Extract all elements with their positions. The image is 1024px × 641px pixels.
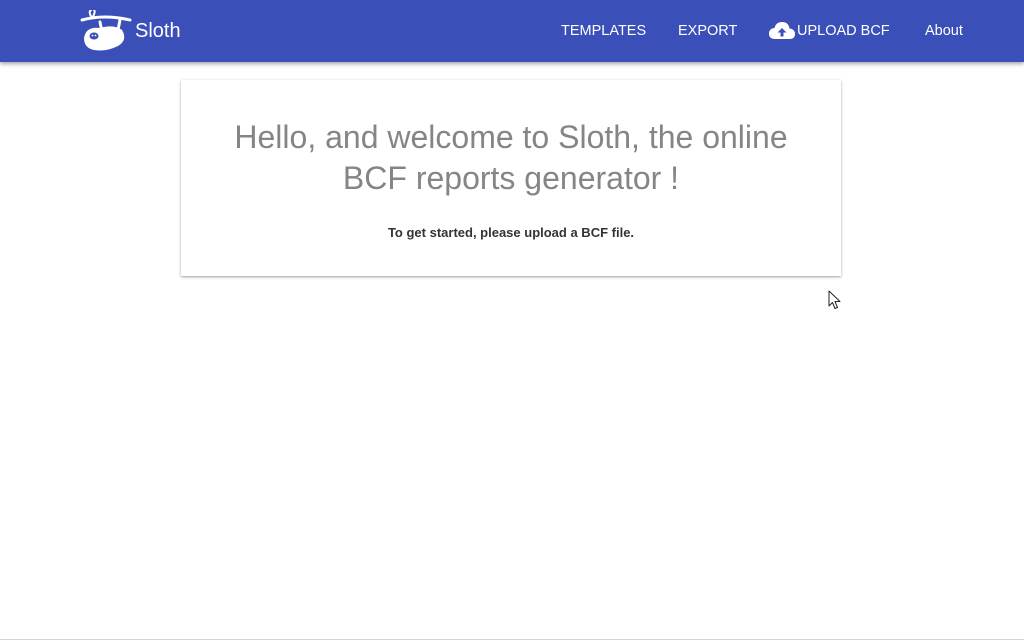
cloud-upload-icon	[769, 22, 795, 39]
nav-templates-label: TEMPLATES	[561, 23, 647, 39]
brand-home-link[interactable]: Sloth	[80, 10, 181, 52]
bottom-divider	[0, 639, 1024, 640]
mouse-pointer-icon	[828, 290, 841, 309]
nav-upload-label: UPLOAD BCF	[797, 23, 890, 39]
welcome-card: Hello, and welcome to Sloth, the online …	[181, 80, 841, 276]
sloth-logo-icon	[80, 10, 132, 51]
nav-about-label: About	[925, 23, 963, 39]
welcome-heading: Hello, and welcome to Sloth, the online …	[221, 117, 801, 199]
welcome-subtitle: To get started, please upload a BCF file…	[387, 225, 635, 240]
app-bar: Sloth TEMPLATES EXPORT UPLOAD BCF About	[0, 0, 1024, 62]
nav-export-button[interactable]: EXPORT	[678, 0, 737, 62]
welcome-heading-line-1: Hello, and welcome to Sloth, the online	[234, 119, 788, 155]
brand-name: Sloth	[135, 20, 181, 42]
nav-templates-button[interactable]: TEMPLATES	[561, 0, 646, 62]
welcome-heading-line-2: BCF reports generator !	[342, 160, 680, 196]
nav-about-button[interactable]: About	[925, 0, 963, 62]
nav-export-label: EXPORT	[678, 23, 738, 39]
nav-upload-bcf-button[interactable]: UPLOAD BCF	[769, 0, 890, 62]
